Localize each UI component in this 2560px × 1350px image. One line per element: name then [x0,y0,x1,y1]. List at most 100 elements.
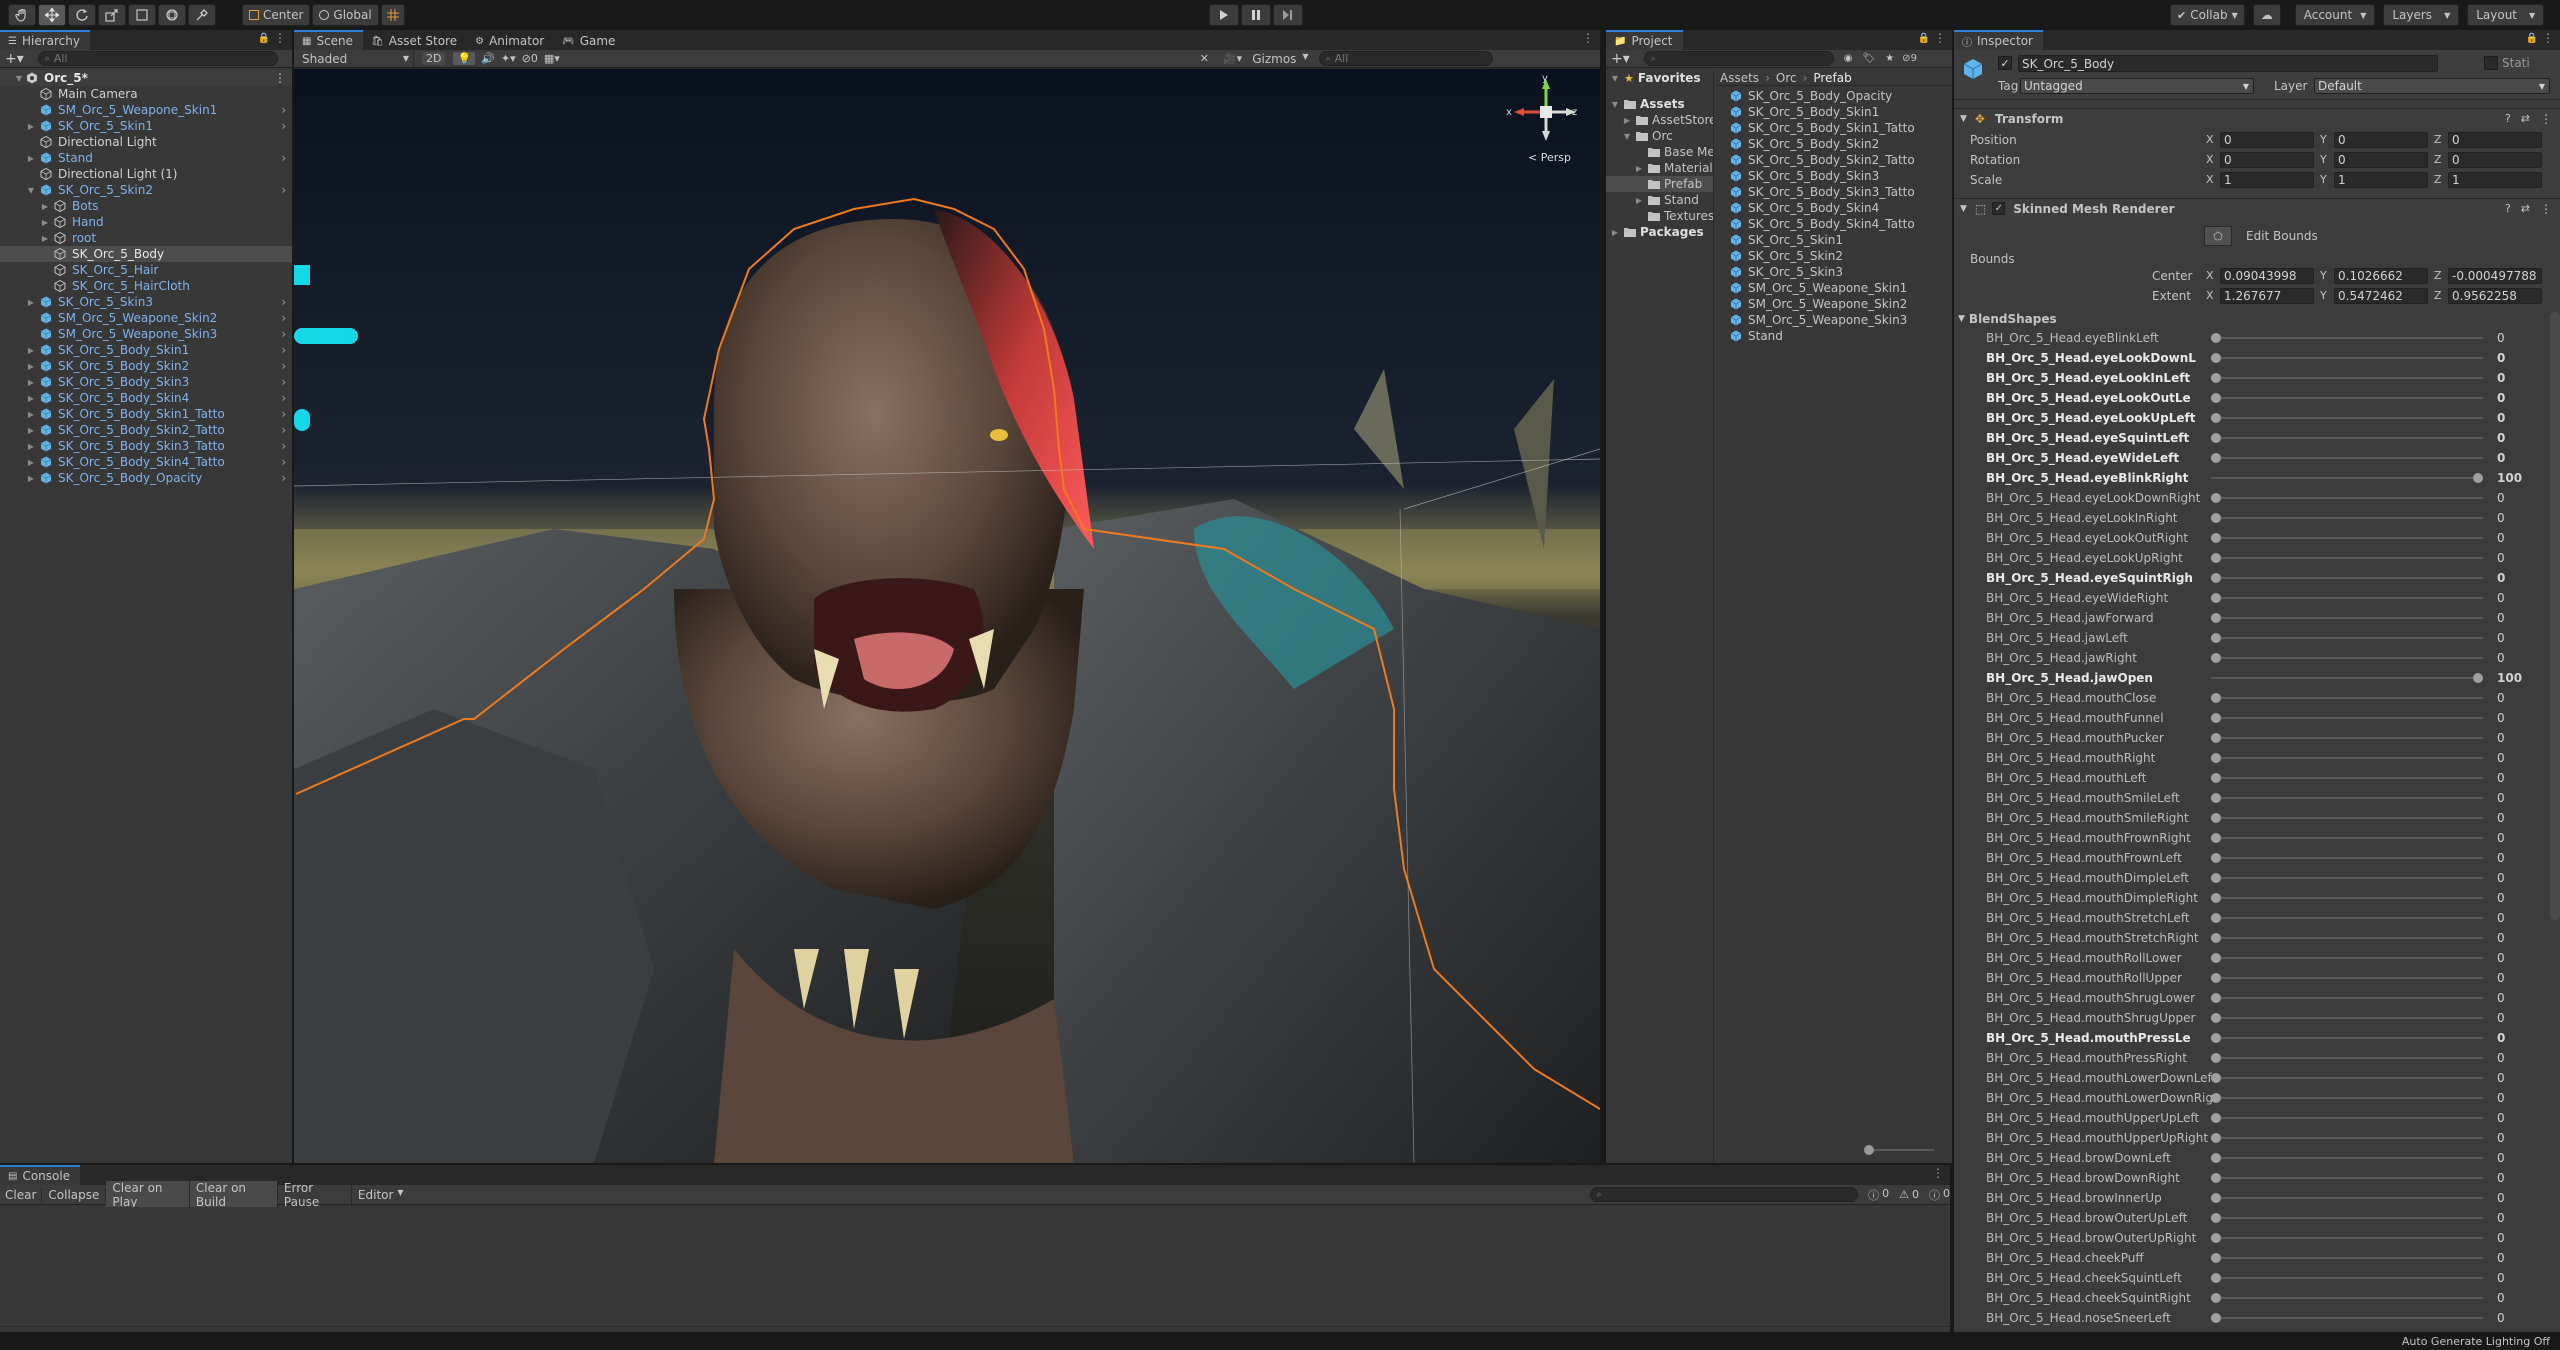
blendshape-slider[interactable] [2211,488,2483,508]
blendshape-slider[interactable] [2211,1008,2483,1028]
lock-icon[interactable]: 🔒 [258,33,270,44]
slider-knob[interactable] [2211,873,2221,883]
blendshapes-foldout[interactable]: ▼ BlendShapes [1958,310,2057,328]
blendshape-slider[interactable] [2211,828,2483,848]
slider-knob[interactable] [2211,913,2221,923]
slider-knob[interactable] [2211,713,2221,723]
foldout-arrow-icon[interactable]: ▼ [26,186,36,195]
blendshape-slider[interactable] [2211,788,2483,808]
tab-scene[interactable]: ▦ Scene [294,30,364,50]
hierarchy-item[interactable]: ▶ SK_Orc_5_Skin3 › [0,294,292,310]
project-folder-item[interactable]: ▼ ★ Favorites [1606,70,1713,86]
favorite-star-icon[interactable]: ★ [1885,53,1894,64]
slider-knob[interactable] [2211,1193,2221,1203]
asset-item[interactable]: Stand [1730,328,1952,344]
preset-icon[interactable]: ⇄ [2521,202,2530,215]
hierarchy-item[interactable]: Directional Light (1) [0,166,292,182]
blendshape-value-field[interactable]: 0 [2494,650,2548,666]
blendshape-value-field[interactable]: 0 [2494,530,2548,546]
console-search-input[interactable]: ⌕ [1589,1187,1859,1202]
warning-filter-toggle[interactable]: ⚠ 0 [1899,1188,1919,1201]
blendshape-slider[interactable] [2211,1088,2483,1108]
slider-knob[interactable] [2211,1253,2221,1263]
blendshape-slider[interactable] [2211,748,2483,768]
tools-icon[interactable]: ✕ [1200,52,1209,65]
slider-knob[interactable] [2211,573,2221,583]
hierarchy-item[interactable]: ▶ Bots [0,198,292,214]
bounds-y-field[interactable]: 0.5472462 [2334,288,2428,304]
hierarchy-item[interactable]: ▶ SK_Orc_5_Body_Skin4 › [0,390,292,406]
slider-knob[interactable] [2211,693,2221,703]
slider-knob[interactable] [2211,1093,2221,1103]
bounds-x-field[interactable]: 1.267677 [2220,288,2314,304]
console-log-area[interactable] [0,1207,1950,1327]
slider-knob[interactable] [2211,353,2221,363]
clear-button[interactable]: Clear [0,1187,43,1202]
slider-knob[interactable] [2211,1133,2221,1143]
tab-game[interactable]: 🎮 Game [554,30,625,50]
asset-item[interactable]: SK_Orc_5_Body_Skin3_Tatto [1730,184,1952,200]
blendshape-value-field[interactable]: 0 [2494,930,2548,946]
blendshape-slider[interactable] [2211,388,2483,408]
prefab-expand-icon[interactable]: › [281,327,286,341]
hierarchy-item[interactable]: SK_Orc_5_HairCloth [0,278,292,294]
transform-z-field[interactable]: 0 [2448,152,2542,168]
blendshape-value-field[interactable]: 0 [2494,710,2548,726]
create-button[interactable]: +▾ [1611,51,1630,67]
asset-item[interactable]: SK_Orc_5_Body_Skin4 [1730,200,1952,216]
prefab-expand-icon[interactable]: › [281,439,286,453]
help-icon[interactable]: ? [2505,202,2511,215]
slider-knob[interactable] [2211,1033,2221,1043]
slider-knob[interactable] [2211,453,2221,463]
foldout-arrow-icon[interactable]: ▼ [1610,74,1620,83]
slider-knob[interactable] [2211,853,2221,863]
audio-toggle-icon[interactable]: 🔊 [481,52,495,65]
preset-icon[interactable]: ⇄ [2521,112,2530,125]
foldout-arrow-icon[interactable]: ▼ [1622,132,1632,141]
menu-dots-icon[interactable]: ⋮ [2542,31,2554,45]
asset-item[interactable]: SK_Orc_5_Body_Skin1_Tatto [1730,120,1952,136]
blendshape-value-field[interactable]: 0 [2494,1030,2548,1046]
layer-dropdown[interactable]: Default ▼ [2314,78,2550,94]
foldout-arrow-icon[interactable]: ▶ [26,394,36,403]
hierarchy-item[interactable]: ▶ SK_Orc_5_Body_Skin4_Tatto › [0,454,292,470]
blendshape-value-field[interactable]: 0 [2494,990,2548,1006]
blendshape-slider[interactable] [2211,428,2483,448]
lock-icon[interactable]: 🔒 [2526,33,2538,44]
slider-knob[interactable] [2211,493,2221,503]
hierarchy-item[interactable]: ▶ SK_Orc_5_Body_Skin2_Tatto › [0,422,292,438]
slider-knob[interactable] [2211,433,2221,443]
blendshape-value-field[interactable]: 0 [2494,950,2548,966]
toggle-2d-button[interactable]: 2D [422,52,446,65]
slider-knob[interactable] [2211,533,2221,543]
tab-hierarchy[interactable]: ☰ Hierarchy [0,30,90,50]
blendshape-value-field[interactable]: 0 [2494,1050,2548,1066]
blendshape-value-field[interactable]: 0 [2494,570,2548,586]
blendshape-slider[interactable] [2211,948,2483,968]
blendshape-slider[interactable] [2211,628,2483,648]
hierarchy-item[interactable]: Directional Light [0,134,292,150]
foldout-arrow-icon[interactable]: ▶ [26,298,36,307]
breadcrumb-item[interactable]: Prefab [1813,71,1851,85]
foldout-arrow-icon[interactable]: ▶ [40,234,50,243]
hierarchy-item[interactable]: ▶ Stand › [0,150,292,166]
play-button[interactable] [1209,4,1239,26]
slider-knob[interactable] [2211,1313,2221,1323]
blendshape-slider[interactable] [2211,548,2483,568]
hierarchy-search-input[interactable]: ⌕ All [37,51,278,66]
blendshape-value-field[interactable]: 0 [2494,1290,2548,1306]
slider-knob[interactable] [2211,1173,2221,1183]
foldout-arrow-icon[interactable]: ▶ [26,346,36,355]
blendshape-slider[interactable] [2211,988,2483,1008]
hierarchy-item[interactable]: ▶ root [0,230,292,246]
prefab-expand-icon[interactable]: › [281,119,286,133]
blendshape-value-field[interactable]: 0 [2494,510,2548,526]
hierarchy-item[interactable]: SM_Orc_5_Weapone_Skin3 › [0,326,292,342]
scene-search-input[interactable]: ⌕ All [1318,51,1493,66]
slider-knob[interactable] [2473,473,2483,483]
step-button[interactable] [1273,4,1303,26]
blendshape-value-field[interactable]: 0 [2494,490,2548,506]
blendshape-slider[interactable] [2211,1168,2483,1188]
foldout-arrow-icon[interactable]: ▶ [26,154,36,163]
blendshape-value-field[interactable]: 0 [2494,870,2548,886]
